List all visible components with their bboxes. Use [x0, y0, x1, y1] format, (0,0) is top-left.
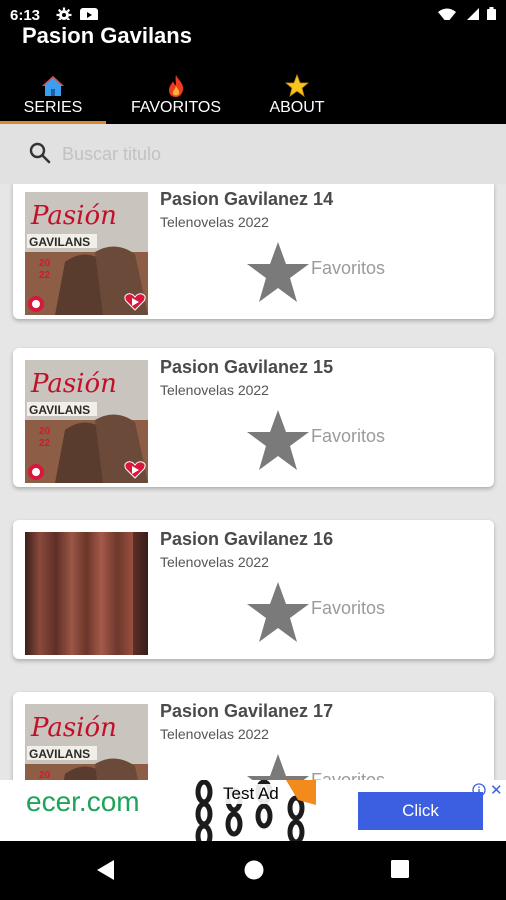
- ad-banner[interactable]: ecer.com Test Ad Click ✕: [0, 780, 506, 841]
- app-title-bar: Pasion Gavilans: [0, 20, 506, 70]
- svg-text:20: 20: [39, 426, 51, 437]
- svg-text:GAVILANS: GAVILANS: [29, 403, 90, 417]
- poster-thumbnail: Pasión GAVILANS 20 22: [25, 192, 148, 315]
- svg-text:22: 22: [39, 270, 51, 281]
- favorite-button[interactable]: Favoritos: [245, 580, 405, 646]
- series-title: Pasion Gavilanez 17: [160, 701, 334, 721]
- favorite-star-icon: [247, 410, 309, 470]
- navigation-bar: [0, 841, 506, 900]
- curtain-thumbnail: [25, 532, 148, 655]
- svg-text:20: 20: [39, 258, 51, 269]
- series-subtitle: Telenovelas 2022: [160, 214, 269, 230]
- svg-text:GAVILANS: GAVILANS: [29, 235, 90, 249]
- star-icon: [285, 74, 309, 98]
- svg-text:Pasión: Pasión: [30, 713, 117, 743]
- series-subtitle: Telenovelas 2022: [160, 382, 269, 398]
- favorite-label: Favoritos: [311, 258, 386, 278]
- favorite-button[interactable]: Favoritos: [245, 408, 405, 474]
- svg-text:Pasión: Pasión: [30, 369, 117, 399]
- favorite-label: Favoritos: [311, 770, 386, 780]
- ad-test-label: Test Ad: [221, 784, 281, 804]
- app-title: Pasion Gavilans: [22, 23, 192, 48]
- svg-text:GAVILANS: GAVILANS: [29, 747, 90, 761]
- favorite-button[interactable]: Favoritos: [245, 240, 405, 306]
- series-subtitle: Telenovelas 2022: [160, 554, 269, 570]
- favorite-label: Favoritos: [311, 426, 386, 446]
- series-subtitle: Telenovelas 2022: [160, 726, 269, 742]
- favorite-star-icon: [247, 242, 309, 302]
- tab-about[interactable]: ABOUT: [262, 70, 332, 124]
- series-title: Pasion Gavilanez 15: [160, 357, 334, 377]
- ad-close-icon[interactable]: ✕: [490, 781, 503, 799]
- svg-text:22: 22: [39, 438, 51, 449]
- ad-brand-logo: ecer.com: [26, 786, 140, 817]
- search-input[interactable]: [62, 137, 482, 171]
- tab-favoritos-label: FAVORITOS: [130, 99, 222, 116]
- series-card[interactable]: Pasión GAVILANS 20 22 Pasion Gavilanez 1…: [13, 184, 494, 319]
- tab-bar: SERIES FAVORITOS ABOUT: [0, 70, 506, 124]
- home-nav-icon[interactable]: [243, 859, 265, 886]
- favorite-star-icon: [247, 754, 309, 780]
- series-card[interactable]: Pasion Gavilanez 16 Telenovelas 2022 Fav…: [13, 520, 494, 659]
- back-icon[interactable]: [96, 859, 116, 886]
- fire-icon: [167, 74, 185, 98]
- series-list[interactable]: Pasión GAVILANS 20 22 Pasion Gavilanez 1…: [0, 184, 506, 780]
- tab-series[interactable]: SERIES: [0, 70, 106, 124]
- ad-click-button[interactable]: Click: [358, 792, 483, 830]
- favorite-button[interactable]: Favoritos: [245, 752, 405, 780]
- ad-info-icon[interactable]: [472, 783, 486, 802]
- series-title: Pasion Gavilanez 14: [160, 189, 334, 209]
- search-icon[interactable]: [28, 141, 52, 170]
- home-icon: [41, 74, 65, 98]
- search-bar: [0, 124, 506, 184]
- tab-favoritos[interactable]: FAVORITOS: [126, 70, 226, 124]
- poster-thumbnail: Pasión GAVILANS 20 22: [25, 360, 148, 483]
- svg-text:20: 20: [39, 770, 51, 780]
- series-card[interactable]: Pasión GAVILANS 20 22 Pasion Gavilanez 1…: [13, 692, 494, 780]
- tab-about-label: ABOUT: [269, 99, 325, 116]
- tab-series-label: SERIES: [23, 99, 83, 116]
- svg-text:Pasión: Pasión: [30, 201, 117, 231]
- series-card[interactable]: Pasión GAVILANS 20 22 Pasion Gavilanez 1…: [13, 348, 494, 487]
- series-title: Pasion Gavilanez 16: [160, 529, 334, 549]
- recents-icon[interactable]: [390, 859, 410, 884]
- favorite-star-icon: [247, 582, 309, 642]
- poster-thumbnail: Pasión GAVILANS 20 22: [25, 704, 148, 780]
- favorite-label: Favoritos: [311, 598, 386, 618]
